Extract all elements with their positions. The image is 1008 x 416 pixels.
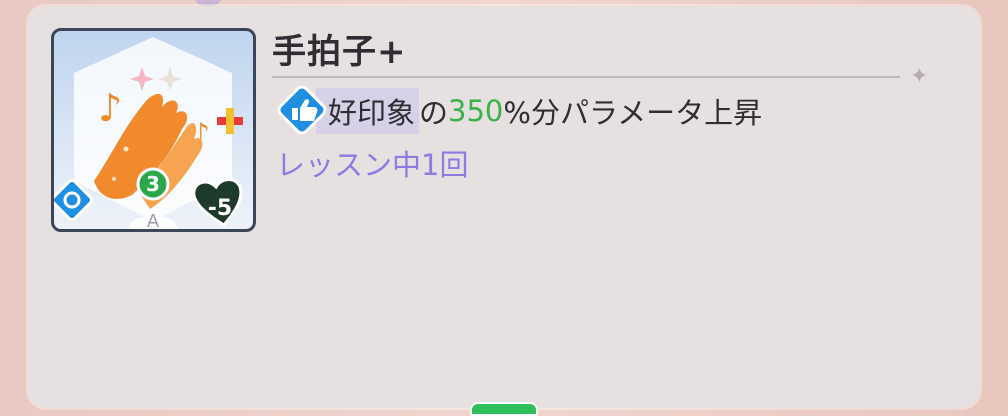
effect-value: 350 [448, 94, 504, 128]
thumbs-up-icon [276, 85, 328, 136]
svg-text:-5: -5 [208, 196, 232, 221]
card-title: 手拍子+ [272, 32, 407, 72]
sparkle-icon: ✦ [910, 64, 929, 89]
effect-suffix: %分パラメータ上昇 [503, 96, 763, 130]
svg-text:A: A [147, 211, 160, 229]
svg-text:♪: ♪ [98, 86, 122, 130]
svg-text:3: 3 [146, 172, 160, 196]
effect-line: 好印象の 350 %分パラメータ上昇 [276, 85, 763, 136]
effect-particle: の [419, 96, 449, 130]
heart-icon: -5 [192, 178, 243, 227]
divider [272, 76, 900, 78]
skill-card-image[interactable]: ♪ ♪ 3 A -5 [51, 28, 256, 232]
effect-keyword: 好印象 [316, 88, 420, 134]
clap-hands-icon: ♪ ♪ 3 A -5 [54, 37, 243, 229]
usage-limit-text: レッスン中1回 [276, 148, 469, 182]
